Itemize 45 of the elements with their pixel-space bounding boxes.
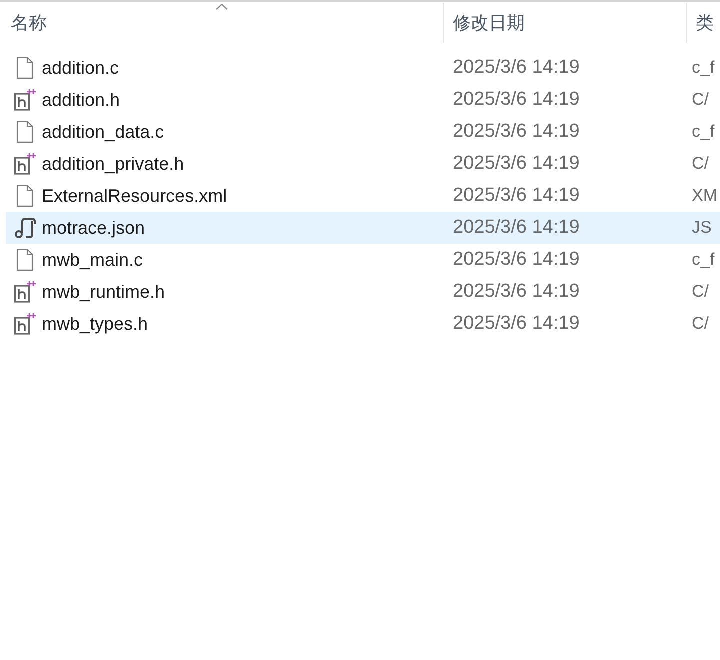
- file-type: C/: [692, 154, 709, 173]
- file-type: c_f: [692, 122, 715, 141]
- file-name: addition_data.c: [42, 120, 164, 144]
- file-type: XM: [692, 186, 718, 205]
- file-name: addition_private.h: [42, 152, 184, 176]
- file-name: motrace.json: [42, 216, 146, 240]
- file-name: mwb_types.h: [42, 312, 148, 336]
- file-row[interactable]: ExternalResources.xml 2025/3/6 14:19 XM: [6, 180, 720, 212]
- file-type: C/: [692, 282, 709, 301]
- file-type: JS: [692, 218, 712, 237]
- modified-date: 2025/3/6 14:19: [453, 152, 580, 174]
- file-name: ExternalResources.xml: [42, 184, 228, 208]
- file-row[interactable]: mwb_main.c 2025/3/6 14:19 c_f: [6, 244, 720, 276]
- file-icon: [14, 121, 36, 143]
- modified-date: 2025/3/6 14:19: [453, 216, 580, 238]
- file-type: c_f: [692, 250, 715, 269]
- header-file-icon: [14, 89, 36, 111]
- file-row[interactable]: addition.h 2025/3/6 14:19 C/: [6, 84, 720, 116]
- file-icon: [14, 185, 36, 207]
- modified-date: 2025/3/6 14:19: [453, 184, 580, 206]
- header-file-icon: [14, 153, 36, 175]
- modified-date: 2025/3/6 14:19: [453, 248, 580, 270]
- file-row[interactable]: motrace.json 2025/3/6 14:19 JS: [6, 212, 720, 244]
- header-file-icon: [14, 313, 36, 335]
- file-row[interactable]: addition_data.c 2025/3/6 14:19 c_f: [6, 116, 720, 148]
- modified-date: 2025/3/6 14:19: [453, 120, 580, 142]
- file-row[interactable]: addition.c 2025/3/6 14:19 c_f: [6, 52, 720, 84]
- modified-date: 2025/3/6 14:19: [453, 88, 580, 110]
- file-type: C/: [692, 314, 709, 333]
- file-type: C/: [692, 90, 709, 109]
- file-type: c_f: [692, 58, 715, 77]
- file-row[interactable]: addition_private.h 2025/3/6 14:19 C/: [6, 148, 720, 180]
- scroll-icon: [14, 217, 36, 239]
- file-name: mwb_main.c: [42, 248, 144, 272]
- header-file-icon: [14, 281, 36, 303]
- file-row[interactable]: mwb_types.h 2025/3/6 14:19 C/: [6, 308, 720, 340]
- file-row[interactable]: mwb_runtime.h 2025/3/6 14:19 C/: [6, 276, 720, 308]
- file-icon: [14, 249, 36, 271]
- modified-date: 2025/3/6 14:19: [453, 312, 580, 334]
- file-name: addition.c: [42, 56, 120, 80]
- modified-date: 2025/3/6 14:19: [453, 280, 580, 302]
- file-icon: [14, 57, 36, 79]
- modified-date: 2025/3/6 14:19: [453, 56, 580, 78]
- file-name: mwb_runtime.h: [42, 280, 166, 304]
- file-name: addition.h: [42, 88, 120, 112]
